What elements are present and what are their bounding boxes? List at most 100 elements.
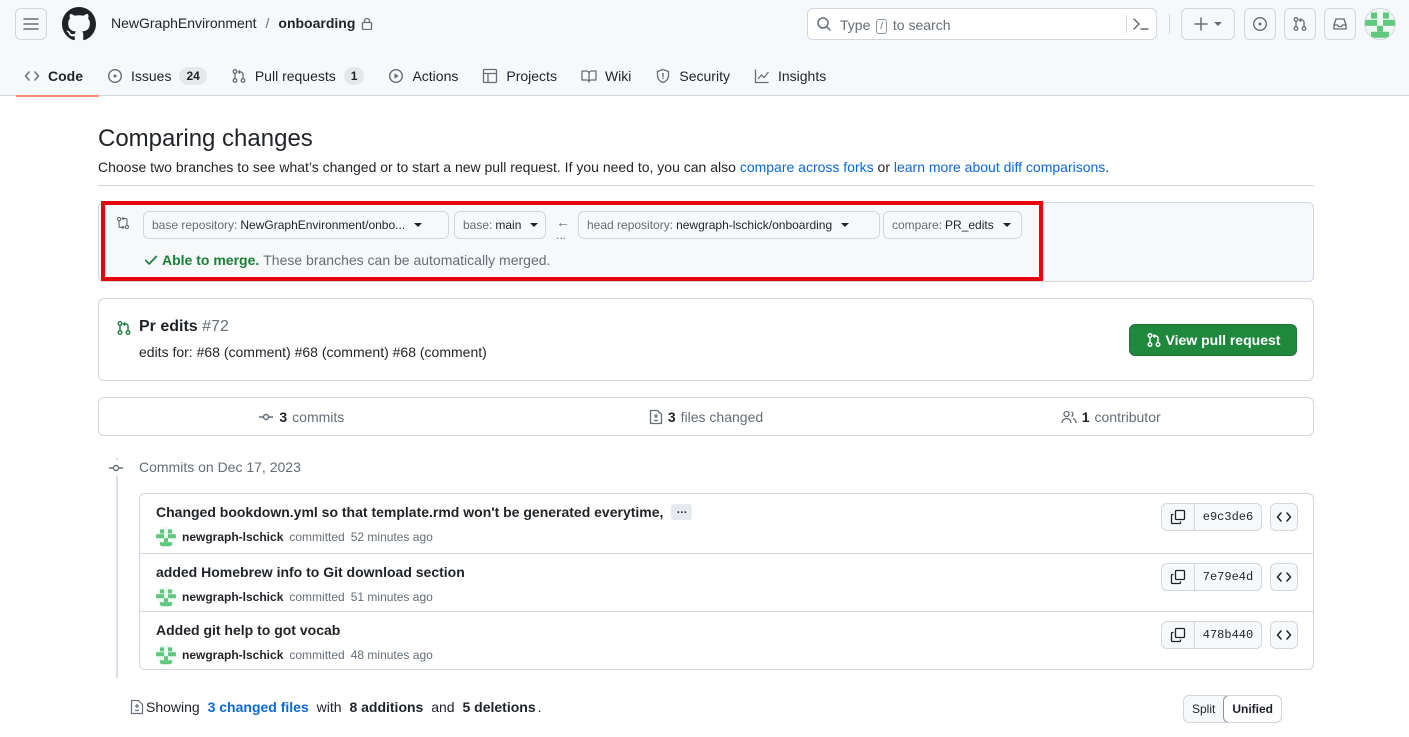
compare-forks-link[interactable]: compare across forks [740,159,874,175]
issue-icon [107,68,123,84]
inbox-button[interactable] [1324,8,1356,40]
pull-requests-button[interactable] [1284,8,1316,40]
tab-code[interactable]: Code [16,56,99,97]
compare-stats: 3 commits 3 files changed 1 contributor [98,397,1314,436]
owner-link[interactable]: NewGraphEnvironment [111,15,257,31]
github-logo-icon[interactable] [62,7,96,41]
author-avatar[interactable] [156,587,176,607]
diff-view-toggle: Split Unified [1183,695,1283,723]
pull-request-icon [117,321,131,335]
commit-message[interactable]: added Homebrew info to Git download sect… [156,564,465,580]
identicon-icon [1365,9,1395,39]
shield-icon [657,68,670,84]
identicon-icon [156,645,176,665]
commits-date-heading: Commits on Dec 17, 2023 [139,459,301,475]
chevron-down-icon [1214,22,1222,26]
commit-sha[interactable]: e9c3de6 [1195,504,1261,530]
commit-sha[interactable]: 478b440 [1195,622,1261,648]
commit-icon [259,413,274,420]
split-view-button[interactable]: Split [1184,696,1223,722]
commit-author[interactable]: newgraph-lschick [182,530,283,544]
expand-message-button[interactable]: … [671,504,693,520]
book-icon [581,70,597,83]
commit-list: Changed bookdown.yml so that template.rm… [139,493,1314,670]
pull-request-icon [1147,333,1161,347]
changed-files-link[interactable]: 3 changed files [208,699,309,715]
lock-icon [362,17,373,30]
timeline-line [116,458,118,678]
copy-icon [1170,569,1186,585]
repo-link[interactable]: onboarding [278,15,355,31]
commit-sha-group: 7e79e4d [1161,563,1262,591]
view-pull-request-button[interactable]: View pull request [1129,324,1297,356]
file-diff-icon [130,699,144,715]
search-placeholder: Type / to search [840,17,951,34]
people-icon [1061,410,1077,423]
commit-author[interactable]: newgraph-lschick [182,590,283,604]
create-new-button[interactable] [1181,8,1235,40]
slash-key: / [876,19,888,34]
annotation-highlight-box [101,201,1043,281]
code-icon [1276,630,1292,640]
author-avatar[interactable] [156,645,176,665]
commit-message[interactable]: Changed bookdown.yml so that template.rm… [156,504,663,520]
menu-button[interactable] [15,8,47,40]
search-input[interactable]: Type / to search [807,8,1157,40]
issues-button[interactable] [1244,8,1276,40]
commits-stat[interactable]: 3 commits [99,398,504,435]
pull-requests-count: 1 [343,67,365,85]
pull-request-icon [1293,17,1307,31]
commit-time: 48 minutes ago [350,648,433,662]
browse-repo-button[interactable] [1270,503,1298,531]
commit-time: 51 minutes ago [350,590,433,604]
issue-icon [1252,16,1268,32]
author-avatar[interactable] [156,527,176,547]
search-icon [817,17,831,31]
repo-nav: Code Issues 24 Pull requests 1 Actions P… [16,56,842,97]
file-diff-icon [649,409,662,424]
copy-icon [1170,509,1186,525]
commit-time: 52 minutes ago [350,530,433,544]
table-icon [483,68,498,84]
copy-sha-button[interactable] [1162,504,1195,530]
app-header: NewGraphEnvironment / onboarding Type / … [0,0,1409,97]
tab-issues[interactable]: Issues 24 [99,56,215,96]
hamburger-icon [23,18,39,30]
copy-sha-button[interactable] [1162,564,1195,590]
tab-wiki[interactable]: Wiki [573,56,639,96]
commit-author[interactable]: newgraph-lschick [182,648,283,662]
code-icon [24,71,40,81]
copy-sha-button[interactable] [1162,622,1195,648]
identicon-icon [156,587,176,607]
browse-repo-button[interactable] [1270,563,1298,591]
tab-projects[interactable]: Projects [474,56,565,96]
inbox-icon [1333,18,1347,30]
commit-icon [108,460,124,476]
commit-sha[interactable]: 7e79e4d [1195,564,1261,590]
breadcrumb: NewGraphEnvironment / onboarding [111,15,373,31]
identicon-icon [156,527,176,547]
unified-view-button[interactable]: Unified [1223,696,1282,722]
copy-icon [1170,627,1186,643]
commit-row: Changed bookdown.yml so that template.rm… [140,494,1313,553]
command-palette-icon[interactable] [1132,16,1150,32]
graph-icon [754,69,769,84]
page-title: Comparing changes [98,125,313,152]
pull-request-title[interactable]: Pr edits #72 [139,318,229,336]
avatar[interactable] [1364,8,1396,40]
tab-security[interactable]: Security [647,56,738,96]
divider [98,185,1314,186]
tab-pull-requests[interactable]: Pull requests 1 [223,56,373,96]
commit-message[interactable]: Added git help to got vocab [156,622,340,638]
issues-count: 24 [179,67,207,85]
files-changed-stat[interactable]: 3 files changed [504,398,909,435]
page-subtitle: Choose two branches to see what’s change… [98,159,1110,175]
code-icon [1276,512,1292,522]
browse-repo-button[interactable] [1270,621,1298,649]
learn-diff-link[interactable]: learn more about diff comparisons [894,159,1105,175]
tab-insights[interactable]: Insights [746,56,834,96]
tab-actions[interactable]: Actions [380,56,466,96]
commit-sha-group: 478b440 [1161,621,1262,649]
plus-icon [1194,17,1208,31]
contributors-stat[interactable]: 1 contributor [908,398,1313,435]
